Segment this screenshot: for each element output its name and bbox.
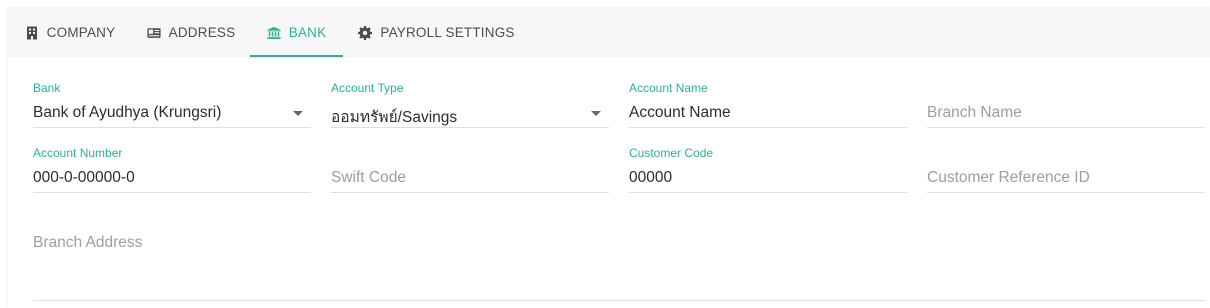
field-underline <box>33 192 311 193</box>
swift-code-field[interactable]: Swift Code <box>331 146 609 210</box>
field-underline <box>33 127 311 128</box>
dropdown-arrow-icon <box>591 111 601 116</box>
customer-reference-id-field[interactable]: Customer Reference ID <box>927 146 1204 210</box>
tab-address-label: ADDRESS <box>168 25 236 40</box>
building-icon <box>25 26 39 40</box>
account-number-field[interactable]: Account Number 000-0-00000-0 <box>33 146 311 210</box>
account-name-label: Account Name <box>629 81 708 95</box>
customer-code-label: Customer Code <box>629 146 714 160</box>
address-card-icon <box>147 26 161 40</box>
tab-company[interactable]: COMPANY <box>8 8 132 57</box>
bank-icon <box>266 26 281 40</box>
branch-name-placeholder: Branch Name <box>927 104 1022 121</box>
field-underline <box>33 300 1204 301</box>
account-type-label: Account Type <box>331 81 404 95</box>
tab-payroll-settings-label: PAYROLL SETTINGS <box>380 25 515 40</box>
tab-bar: COMPANY ADDRESS BANK PAYROLL SETTINGS <box>8 8 1210 57</box>
swift-code-placeholder: Swift Code <box>331 169 406 186</box>
account-number-value: 000-0-00000-0 <box>33 169 135 186</box>
field-underline <box>331 127 609 128</box>
branch-address-field[interactable]: Branch Address <box>33 211 1204 303</box>
tab-address[interactable]: ADDRESS <box>132 8 250 57</box>
account-name-value: Account Name <box>629 104 731 121</box>
field-underline <box>927 127 1204 128</box>
bank-label: Bank <box>33 81 61 95</box>
branch-address-placeholder: Branch Address <box>33 234 143 251</box>
account-type-value: ออมทรัพย์/Savings <box>331 109 458 126</box>
tab-bank[interactable]: BANK <box>250 8 343 57</box>
tab-payroll-settings[interactable]: PAYROLL SETTINGS <box>349 8 524 57</box>
field-underline <box>629 127 907 128</box>
account-number-label: Account Number <box>33 146 123 160</box>
field-underline <box>629 192 907 193</box>
account-type-select[interactable]: Account Type ออมทรัพย์/Savings <box>331 81 609 145</box>
dropdown-arrow-icon <box>293 111 303 116</box>
bank-select[interactable]: Bank Bank of Ayudhya (Krungsri) <box>33 81 311 145</box>
field-underline <box>927 192 1204 193</box>
tab-company-label: COMPANY <box>46 25 116 40</box>
bank-value: Bank of Ayudhya (Krungsri) <box>33 104 222 121</box>
customer-reference-id-placeholder: Customer Reference ID <box>927 169 1090 186</box>
account-name-field[interactable]: Account Name Account Name <box>629 81 907 145</box>
gear-icon <box>358 25 373 40</box>
customer-code-value: 00000 <box>629 169 673 186</box>
field-underline <box>331 192 609 193</box>
tab-bank-label: BANK <box>288 25 327 40</box>
branch-name-field[interactable]: Branch Name <box>927 81 1204 145</box>
customer-code-field[interactable]: Customer Code 00000 <box>629 146 907 210</box>
